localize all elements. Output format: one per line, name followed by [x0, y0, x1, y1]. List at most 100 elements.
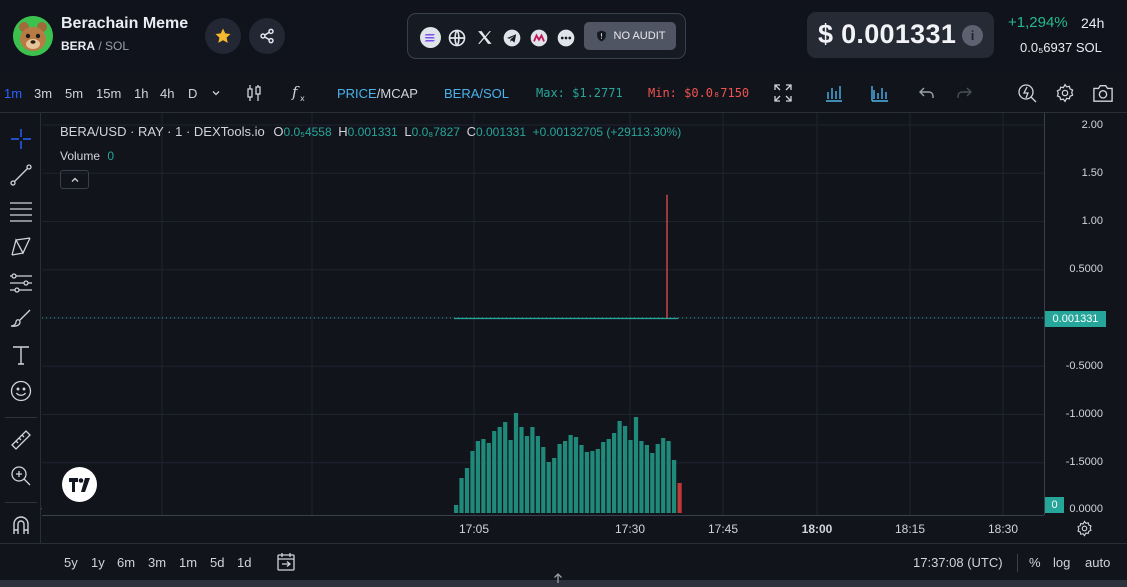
percent-scale-toggle[interactable]: %	[1029, 555, 1041, 570]
volume-bar	[601, 442, 606, 513]
quick-search-button[interactable]	[1016, 82, 1038, 104]
legend-open-key: O	[273, 124, 284, 139]
text-tool[interactable]	[8, 342, 34, 368]
time-scale[interactable]: 17:05 17:30 17:45 18:00 18:15 18:30	[42, 515, 1044, 543]
dex-link[interactable]	[528, 27, 549, 48]
interval-1h[interactable]: 1h	[134, 86, 148, 101]
x-link[interactable]	[474, 27, 495, 48]
interval-3m[interactable]: 3m	[34, 86, 52, 101]
time-tick: 17:05	[458, 522, 490, 536]
svg-text:x: x	[300, 94, 305, 103]
telegram-link[interactable]	[501, 27, 522, 48]
auto-scale-toggle[interactable]: auto	[1085, 555, 1110, 570]
price-sol: 0.0₅6937 SOL	[1020, 40, 1102, 55]
pattern-tool[interactable]	[8, 234, 34, 260]
chevron-up-icon	[71, 177, 78, 182]
range-1m[interactable]: 1m	[179, 555, 197, 570]
screenshot-button[interactable]	[1092, 82, 1114, 104]
price-tick: -0.5000	[1065, 360, 1103, 372]
forecast-tool[interactable]	[8, 270, 34, 296]
website-link[interactable]	[446, 27, 467, 48]
token-symbol: BERA	[61, 39, 96, 53]
bar-chart-icon	[826, 86, 842, 102]
date-range-button[interactable]	[276, 552, 296, 577]
utc-clock[interactable]: 17:37:08 (UTC)	[913, 555, 1003, 570]
volume-bar	[677, 483, 682, 513]
range-6m[interactable]: 6m	[117, 555, 135, 570]
magnet-icon	[13, 516, 29, 534]
legend-collapse-button[interactable]	[60, 170, 89, 189]
price-mcap-toggle[interactable]: PRICE/MCAP	[337, 86, 418, 101]
scale-settings-button[interactable]	[1074, 518, 1094, 538]
tradingview-logo[interactable]	[62, 467, 97, 502]
volume-bar	[557, 444, 562, 513]
volume-bar	[486, 443, 491, 513]
undo-button[interactable]	[916, 82, 938, 104]
pair-toggle[interactable]: BERA/SOL	[444, 86, 509, 101]
bottom-divider	[1017, 554, 1018, 572]
brush-tool[interactable]	[8, 306, 34, 332]
settings-button[interactable]	[1054, 82, 1076, 104]
tradingview-icon	[68, 477, 90, 492]
range-3m[interactable]: 3m	[148, 555, 166, 570]
trades-button[interactable]	[823, 82, 845, 104]
legend-close-key: C	[466, 124, 476, 139]
solana-link[interactable]	[420, 27, 441, 48]
volume-bar	[470, 451, 475, 513]
interval-5m[interactable]: 5m	[65, 86, 83, 101]
function-icon: fx	[291, 83, 305, 103]
price-mode-label: PRICE	[337, 86, 377, 101]
indicators-button[interactable]: fx	[289, 82, 311, 104]
chart-type-button[interactable]	[243, 82, 265, 104]
interval-15m[interactable]: 15m	[96, 86, 121, 101]
chart-pane[interactable]: BERA/USD · RAY · 1 · DEXTools.io O0.0₅45…	[42, 113, 1044, 515]
price-tick: 0.5000	[1069, 263, 1103, 275]
zoom-tool[interactable]	[8, 463, 34, 489]
volume-toggle-button[interactable]	[869, 82, 891, 104]
volume-bar	[530, 427, 535, 513]
volume-label: Volume	[60, 149, 101, 163]
audit-label: NO AUDIT	[613, 30, 666, 42]
range-5y[interactable]: 5y	[64, 555, 78, 570]
measure-tool[interactable]	[8, 427, 34, 453]
volume-bar	[475, 441, 480, 513]
resize-handle[interactable]	[552, 571, 564, 587]
price-scale[interactable]: 2.00 1.50 1.00 0.5000 -0.5000 -1.0000 -1…	[1044, 113, 1127, 515]
solana-icon	[420, 27, 441, 48]
fullscreen-button[interactable]	[772, 82, 794, 104]
volume-bar	[524, 436, 530, 513]
range-1y[interactable]: 1y	[91, 555, 105, 570]
volume-bar	[655, 444, 660, 513]
interval-4h[interactable]: 4h	[160, 86, 174, 101]
interval-d[interactable]: D	[188, 86, 197, 101]
crosshair-tool[interactable]	[8, 126, 34, 152]
share-button[interactable]	[249, 18, 285, 54]
volume-bar	[639, 441, 644, 513]
more-icon	[557, 29, 574, 46]
mcap-mode-label: MCAP	[380, 86, 418, 101]
redo-button[interactable]	[953, 82, 975, 104]
emoji-tool[interactable]	[8, 378, 34, 404]
x-icon	[478, 31, 492, 44]
info-icon[interactable]: i	[962, 25, 983, 46]
range-5d[interactable]: 5d	[210, 555, 224, 570]
chart-canvas[interactable]	[42, 113, 1044, 515]
max-price-label[interactable]: Max: $1.2771	[536, 86, 623, 100]
time-tick: 18:30	[987, 522, 1019, 536]
trend-line-tool[interactable]	[8, 162, 34, 188]
log-scale-toggle[interactable]: log	[1053, 555, 1070, 570]
audit-badge[interactable]: NO AUDIT	[584, 22, 676, 50]
interval-dropdown[interactable]	[205, 82, 227, 104]
min-price-label[interactable]: Min: $0.0₈7150	[648, 86, 749, 100]
magnet-tool[interactable]	[8, 512, 34, 538]
ranges-icon	[10, 273, 32, 293]
volume-bar	[508, 440, 513, 513]
fib-tool[interactable]	[8, 198, 34, 224]
interval-1m[interactable]: 1m	[4, 86, 22, 101]
favorite-button[interactable]	[205, 18, 241, 54]
more-links-button[interactable]	[555, 27, 576, 48]
time-tick: 17:30	[614, 522, 646, 536]
volume-bar	[546, 462, 551, 513]
range-1d[interactable]: 1d	[237, 555, 251, 570]
volume-bar	[552, 458, 557, 513]
